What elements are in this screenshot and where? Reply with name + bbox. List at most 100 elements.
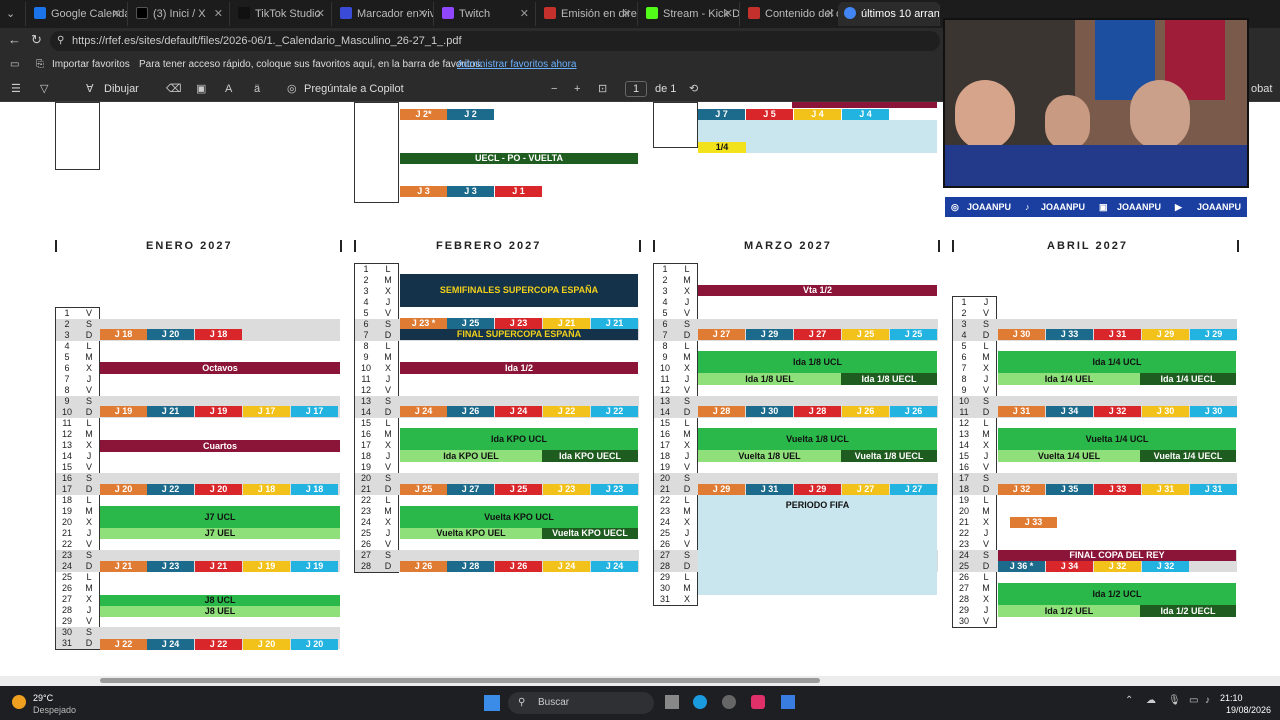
weekday-letter: D: [85, 330, 93, 340]
day-number: 18: [659, 451, 670, 461]
tab-tiktok[interactable]: TikTok Studio ✕: [232, 2, 332, 26]
zoom-in-icon[interactable]: +: [574, 76, 580, 102]
weekday-letter: L: [86, 341, 92, 351]
weekday-letter: L: [86, 572, 92, 582]
tab-x[interactable]: (3) Inici / X ✕: [130, 2, 230, 26]
horizontal-scrollbar[interactable]: [0, 676, 1280, 686]
clock-time[interactable]: 21:10: [1220, 693, 1243, 703]
day-number: 13: [61, 440, 72, 450]
matchday-badge: J 26: [842, 406, 889, 417]
weekday-letter: D: [384, 330, 392, 340]
youtube-handle: JOAANPU: [1197, 202, 1242, 212]
url-field[interactable]: ⚲ https://rfef.es/sites/default/files/202…: [50, 31, 940, 51]
import-favorites-button[interactable]: Importar favoritos: [52, 54, 130, 76]
copilot-icon: ◎: [287, 83, 297, 95]
tab-marcador[interactable]: Marcador en vivo ✕: [334, 2, 434, 26]
weekday-letter: L: [684, 341, 690, 351]
matchday-badge: J 22: [591, 406, 638, 417]
fit-page-icon[interactable]: ⊡: [598, 76, 607, 102]
event-vuelta-kpo-uel: Vuelta KPO UEL: [400, 528, 542, 539]
tab-youtube-content[interactable]: Contenido del cana✕: [742, 2, 842, 26]
task-view-icon[interactable]: [665, 695, 679, 709]
day-number: 26: [659, 539, 670, 549]
event-j8-ucl: J8 UCL: [100, 595, 340, 606]
weekday-letter: M: [683, 506, 691, 516]
weekday-letter: V: [85, 462, 92, 472]
tab-kick[interactable]: Stream - Kick Dash✕: [640, 2, 740, 26]
reload-icon[interactable]: ↻: [31, 32, 42, 48]
edge-icon[interactable]: [693, 695, 707, 709]
calendar-icon: [34, 7, 46, 19]
back-icon[interactable]: ←: [8, 32, 21, 47]
day-number: 20: [61, 517, 72, 527]
clock-date[interactable]: 19/08/2026: [1226, 705, 1271, 715]
tab-google-search[interactable]: últimos 10 arranqu: [838, 2, 940, 26]
scroll-thumb[interactable]: [100, 678, 820, 683]
weekday-letter: L: [385, 495, 391, 505]
draw-button[interactable]: Dibujar: [104, 76, 139, 102]
translate-icon[interactable]: ä: [254, 76, 260, 102]
page-count: de 1: [655, 83, 677, 95]
tab-google-calendar[interactable]: Google Calendar ✕: [28, 2, 128, 26]
event-ida-1-2-ucl: Ida 1/2 UCL: [998, 583, 1236, 605]
pdf-document[interactable]: 1 V 2 S 3 D 4 L 5 M 6 X 7 J 8 V 9 S 10 D 11 L 12 M 13 X 14 J 15 V 16 S 1…: [0, 102, 1280, 676]
matchday-badge: J 33: [1094, 484, 1141, 495]
day-number: 20: [958, 506, 969, 516]
month-divider: [1237, 240, 1239, 252]
matchday-badge: J 20: [291, 639, 338, 650]
eraser-icon[interactable]: ⌫: [166, 76, 182, 102]
matchday-badge: J 26: [495, 561, 542, 572]
weekday-letter: S: [982, 550, 989, 560]
network-icon[interactable]: ▭: [1189, 695, 1198, 706]
contents-icon[interactable]: ☰: [11, 76, 21, 102]
tab-menu-button[interactable]: ⌄: [0, 2, 26, 26]
close-icon[interactable]: ✕: [418, 2, 427, 26]
microphone-icon[interactable]: 🎙: [1168, 695, 1181, 706]
volume-icon[interactable]: ♪: [1205, 695, 1210, 706]
matchday-badge: J 28: [447, 561, 494, 572]
highlight-icon[interactable]: ▽: [40, 76, 48, 102]
copilot-button[interactable]: Pregúntale a Copilot: [304, 76, 404, 102]
close-icon[interactable]: ✕: [724, 2, 733, 26]
shirts: [945, 145, 1247, 186]
weekday-letter: L: [684, 495, 690, 505]
weekday-letter: L: [385, 418, 391, 428]
read-aloud-icon[interactable]: A: [225, 76, 232, 102]
weekday-letter: X: [384, 286, 391, 296]
close-icon[interactable]: ✕: [316, 2, 325, 26]
close-icon[interactable]: ✕: [520, 2, 529, 26]
day-number: 24: [61, 561, 72, 571]
obs-icon[interactable]: [722, 695, 736, 709]
close-icon[interactable]: ✕: [622, 2, 631, 26]
matchday-badge: J 20: [147, 329, 194, 340]
close-icon[interactable]: ✕: [214, 2, 223, 26]
tab-twitch[interactable]: Twitch ✕: [436, 2, 536, 26]
matchday-badge: J 25: [842, 329, 889, 340]
day-number: 12: [659, 385, 670, 395]
close-icon[interactable]: ✕: [826, 2, 835, 26]
tiktok-live-icon[interactable]: [751, 695, 765, 709]
event-vuelta-1-8-uecl: Vuelta 1/8 UECL: [841, 450, 937, 462]
day-number: 13: [958, 429, 969, 439]
rotate-icon[interactable]: ⟲: [689, 76, 698, 102]
tab-youtube-live[interactable]: Emisión en directo✕: [538, 2, 638, 26]
zoom-out-icon[interactable]: −: [551, 76, 557, 102]
taskbar-search[interactable]: ⚲ Buscar: [508, 692, 654, 714]
cloud-icon[interactable]: ☁: [1146, 695, 1156, 706]
twitch-icon: ▣: [1099, 202, 1108, 212]
close-icon[interactable]: ✕: [112, 2, 121, 26]
day-number: 30: [61, 627, 72, 637]
day-number: 1: [961, 297, 967, 307]
text-box-icon[interactable]: ▣: [196, 76, 206, 102]
site-info-icon[interactable]: ⚲: [57, 31, 64, 51]
matchday-badge: J 2: [447, 109, 494, 120]
tray-chevron-icon[interactable]: ⌃: [1125, 695, 1133, 706]
weekday-letter: L: [86, 495, 92, 505]
event-ida-kpo-ucl: Ida KPO UCL: [400, 428, 638, 450]
day-number: 9: [363, 352, 369, 362]
page-number-input[interactable]: 1: [625, 81, 647, 97]
windows-start-icon[interactable]: [484, 695, 500, 711]
notepad-icon[interactable]: [781, 695, 795, 709]
manage-favorites-link[interactable]: Administrar favoritos ahora: [457, 54, 577, 76]
event-vuelta-1-4-ucl: Vuelta 1/4 UCL: [998, 428, 1236, 450]
